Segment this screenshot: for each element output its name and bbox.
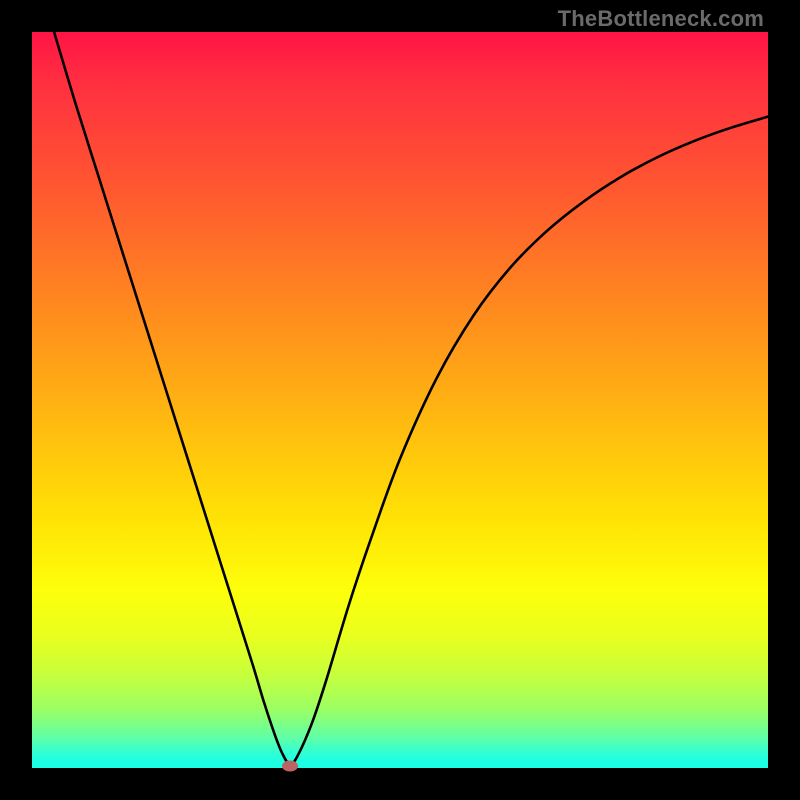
chart-frame: TheBottleneck.com	[0, 0, 800, 800]
plot-area	[32, 32, 768, 768]
minimum-marker	[282, 760, 298, 771]
watermark-text: TheBottleneck.com	[558, 6, 764, 32]
bottleneck-curve-path	[54, 32, 768, 764]
curve-svg	[32, 32, 768, 768]
